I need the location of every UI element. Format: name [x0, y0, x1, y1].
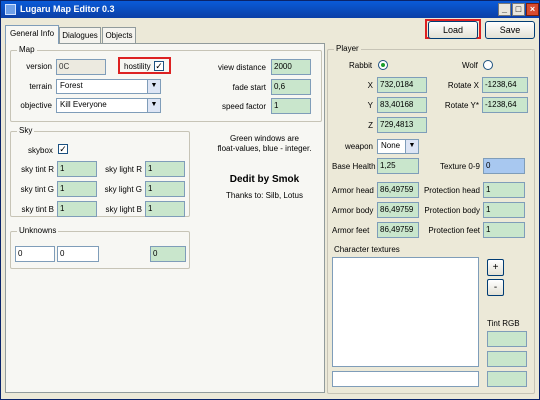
fade-start-field[interactable]: 0,6 — [271, 79, 311, 95]
objective-label: objective — [20, 101, 52, 110]
chevron-down-icon: ▼ — [147, 80, 160, 93]
speed-factor-field[interactable]: 1 — [271, 98, 311, 114]
add-texture-button[interactable]: + — [487, 259, 504, 276]
rabbit-radio[interactable] — [378, 60, 388, 70]
hostility-label: hostility — [124, 62, 151, 71]
chevron-down-icon: ▼ — [405, 140, 418, 153]
sky-light-b-field[interactable]: 1 — [145, 201, 185, 217]
fade-start-label: fade start — [232, 83, 266, 92]
unknown-field-3[interactable]: 0 — [150, 246, 186, 262]
player-group-title: Player — [334, 44, 361, 53]
unknown-field-2[interactable]: 0 — [57, 246, 99, 262]
tab-general-info[interactable]: General Info — [5, 25, 59, 44]
rotate-y-field[interactable]: -1238,64 — [482, 97, 528, 113]
character-textures-label: Character textures — [334, 245, 400, 254]
rotate-x-field[interactable]: -1238,64 — [482, 77, 528, 93]
load-button[interactable]: Load — [428, 21, 478, 39]
title-bar: Lugaru Map Editor 0.3 _ □ × — [1, 1, 539, 18]
base-health-field[interactable]: 1,25 — [377, 158, 419, 174]
z-field[interactable]: 729,4813 — [377, 117, 427, 133]
maximize-button[interactable]: □ — [512, 3, 525, 16]
sky-tint-g-label: sky tint G — [20, 185, 54, 194]
armor-feet-label: Armor feet — [332, 226, 370, 235]
rotate-x-label: Rotate X — [447, 81, 479, 90]
protection-head-label: Protection head — [423, 186, 480, 195]
rotate-y-label: Rotate Y* — [444, 101, 479, 110]
sky-tint-r-field[interactable]: 1 — [57, 161, 97, 177]
version-label: version — [26, 62, 52, 71]
view-distance-field[interactable]: 2000 — [271, 59, 311, 75]
thanks-text: Thanks to: Silb, Lotus — [226, 191, 303, 200]
unknowns-group-title: Unknowns — [17, 226, 59, 235]
sky-tint-g-field[interactable]: 1 — [57, 181, 97, 197]
objective-value: Kill Everyone — [60, 100, 107, 109]
protection-feet-field[interactable]: 1 — [483, 222, 525, 238]
speed-factor-label: speed factor — [221, 102, 266, 111]
terrain-value: Forest — [60, 81, 83, 90]
texture-field[interactable]: 0 — [483, 158, 525, 174]
sky-tint-b-field[interactable]: 1 — [57, 201, 97, 217]
weapon-value: None — [381, 141, 401, 150]
minimize-button[interactable]: _ — [498, 3, 511, 16]
version-field[interactable]: 0C — [56, 59, 106, 75]
sky-light-r-field[interactable]: 1 — [145, 161, 185, 177]
x-field[interactable]: 732,0184 — [377, 77, 427, 93]
armor-body-label: Armor body — [332, 206, 374, 215]
chevron-down-icon: ▼ — [147, 99, 160, 112]
character-textures-list[interactable] — [332, 257, 479, 367]
character-texture-input[interactable] — [332, 371, 479, 387]
skybox-label: skybox — [28, 146, 53, 155]
weapon-label: weapon — [344, 142, 373, 151]
terrain-label: terrain — [29, 82, 52, 91]
sky-light-b-label: sky light B — [105, 205, 142, 214]
armor-head-field[interactable]: 86,49759 — [377, 182, 419, 198]
weapon-select[interactable]: None ▼ — [377, 139, 419, 154]
base-health-label: Base Health — [332, 162, 376, 171]
save-button[interactable]: Save — [485, 21, 535, 39]
armor-head-label: Armor head — [332, 186, 374, 195]
objective-select[interactable]: Kill Everyone ▼ — [56, 98, 161, 113]
sky-light-g-label: sky light G — [104, 185, 142, 194]
protection-feet-label: Protection feet — [428, 226, 480, 235]
app-icon — [5, 4, 16, 15]
unknown-field-1[interactable]: 0 — [15, 246, 55, 262]
armor-body-field[interactable]: 86,49759 — [377, 202, 419, 218]
tint-b-field[interactable] — [487, 371, 527, 387]
protection-body-label: Protection body — [424, 206, 480, 215]
texture-label: Texture 0-9 — [439, 162, 480, 171]
tab-dialogues[interactable]: Dialogues — [59, 27, 101, 43]
note-line-1: Green windows are — [230, 134, 299, 143]
protection-head-field[interactable]: 1 — [483, 182, 525, 198]
remove-texture-button[interactable]: - — [487, 279, 504, 296]
sky-tint-r-label: sky tint R — [21, 165, 54, 174]
armor-feet-field[interactable]: 86,49759 — [377, 222, 419, 238]
sky-tint-b-label: sky tint B — [21, 205, 54, 214]
view-distance-label: view distance — [217, 63, 266, 72]
note-line-2: float-values, blue - integer. — [217, 144, 312, 153]
window-title: Lugaru Map Editor 0.3 — [20, 4, 115, 14]
z-label: Z — [368, 121, 373, 130]
general-info-panel: Map version 0C hostility ✓ terrain Fores… — [5, 43, 325, 393]
protection-body-field[interactable]: 1 — [483, 202, 525, 218]
close-button[interactable]: × — [526, 3, 539, 16]
terrain-select[interactable]: Forest ▼ — [56, 79, 161, 94]
tab-objects[interactable]: Objects — [102, 27, 136, 43]
x-label: X — [367, 81, 373, 90]
map-group-title: Map — [17, 45, 37, 54]
wolf-label: Wolf — [462, 61, 478, 70]
app-window: Lugaru Map Editor 0.3 _ □ × General Info… — [0, 0, 540, 400]
sky-light-r-label: sky light R — [105, 165, 142, 174]
y-label: Y — [367, 101, 373, 110]
skybox-checkbox[interactable]: ✓ — [58, 144, 68, 154]
y-field[interactable]: 83,40168 — [377, 97, 427, 113]
credit-text: Dedit by Smok — [229, 174, 300, 185]
sky-group-title: Sky — [17, 126, 35, 135]
tint-rgb-label: Tint RGB — [487, 319, 520, 328]
wolf-radio[interactable] — [483, 60, 493, 70]
sky-light-g-field[interactable]: 1 — [145, 181, 185, 197]
hostility-checkbox[interactable]: ✓ — [154, 61, 164, 71]
tint-g-field[interactable] — [487, 351, 527, 367]
rabbit-label: Rabbit — [349, 61, 373, 70]
tint-r-field[interactable] — [487, 331, 527, 347]
